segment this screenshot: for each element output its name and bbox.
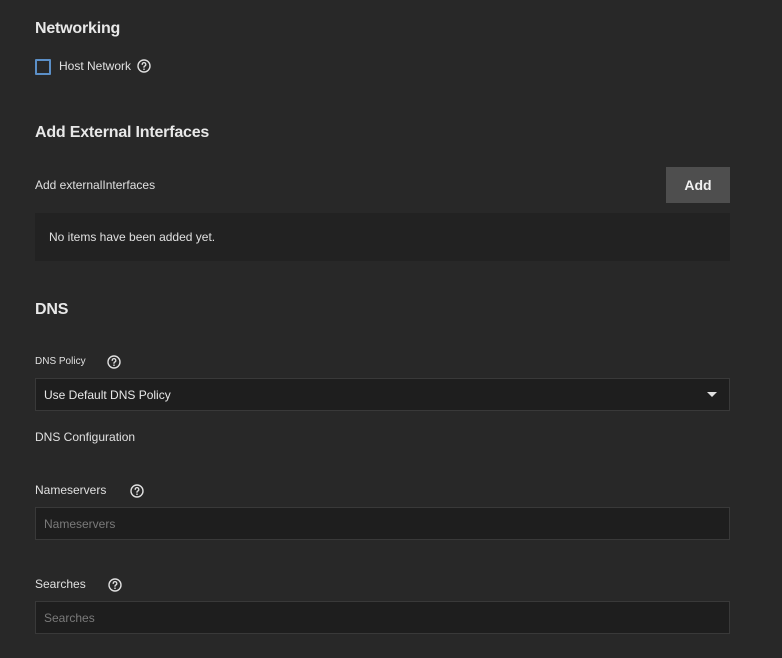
host-network-label[interactable]: Host Network <box>59 59 131 73</box>
caret-down-icon <box>707 392 717 397</box>
host-network-checkbox[interactable] <box>35 59 51 75</box>
networking-section-title: Networking <box>35 20 121 37</box>
external-interfaces-section-title: Add External Interfaces <box>35 124 210 141</box>
dns-configuration-label: DNS Configuration <box>35 430 136 444</box>
empty-list-message: No items have been added yet. <box>49 230 216 244</box>
external-interfaces-list-label: Add externalInterfaces <box>35 178 156 192</box>
searches-label: Searches <box>35 577 86 591</box>
searches-input[interactable] <box>35 601 730 634</box>
dns-section-title: DNS <box>35 301 69 318</box>
nameservers-help-icon[interactable] <box>130 484 144 498</box>
dns-policy-label: DNS Policy <box>35 356 86 367</box>
add-external-interface-button[interactable]: Add <box>666 167 730 203</box>
dns-policy-selected-value: Use Default DNS Policy <box>44 387 171 402</box>
nameservers-label: Nameservers <box>35 483 107 497</box>
host-network-help-icon[interactable] <box>137 59 151 73</box>
dns-policy-help-icon[interactable] <box>107 355 121 369</box>
external-interfaces-empty-list: No items have been added yet. <box>35 213 730 261</box>
searches-help-icon[interactable] <box>108 578 122 592</box>
dns-policy-select[interactable]: Use Default DNS Policy <box>35 378 730 411</box>
nameservers-input[interactable] <box>35 507 730 540</box>
